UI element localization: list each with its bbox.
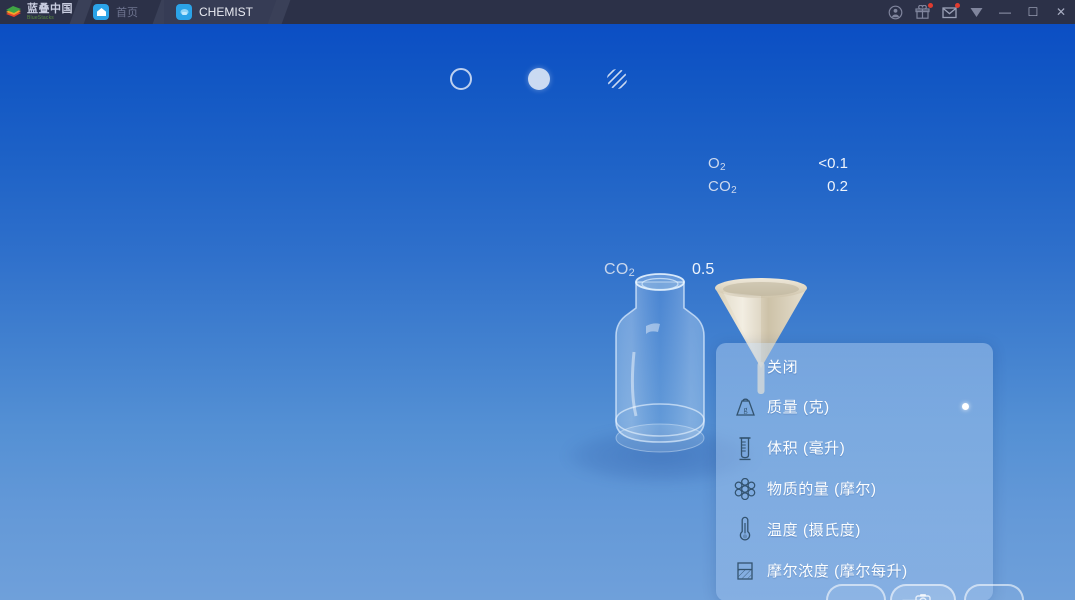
menu-item-close[interactable]: 关闭 xyxy=(716,346,993,386)
reagent-bottle[interactable] xyxy=(600,260,720,475)
brand-name-en: BlueStacks xyxy=(27,16,73,21)
svg-text:g: g xyxy=(743,405,747,414)
menu-label-mass: 质量 (克) xyxy=(767,396,830,417)
beaker-icon xyxy=(730,556,760,586)
state-toggle-gas[interactable] xyxy=(450,68,472,90)
window-titlebar: 蓝叠中国 BlueStacks 首页 CHEMIST xyxy=(0,0,1075,24)
close-button[interactable]: ✕ xyxy=(1047,0,1075,24)
mail-icon[interactable] xyxy=(941,4,958,21)
measurement-menu: 关闭 g 质量 (克) 体积 (毫升) xyxy=(716,343,993,600)
menu-label-moles: 物质的量 (摩尔) xyxy=(767,478,877,499)
tab-home[interactable]: 首页 xyxy=(81,0,164,24)
menu-item-moles[interactable]: 物质的量 (摩尔) xyxy=(716,468,993,509)
bottom-button-center[interactable] xyxy=(890,584,956,600)
bluestacks-brand: 蓝叠中国 BlueStacks xyxy=(0,0,81,24)
bottom-button-left[interactable] xyxy=(826,584,886,600)
mail-badge xyxy=(955,3,960,8)
state-toggle-solid[interactable] xyxy=(606,68,628,90)
gas-readout: O2 <0.1 CO2 0.2 xyxy=(708,154,848,200)
bottle-substance-label: CO2 xyxy=(604,261,635,279)
menu-label-molarity: 摩尔浓度 (摩尔每升) xyxy=(767,560,908,581)
cylinder-icon xyxy=(730,433,760,463)
tab-chemist-label: CHEMIST xyxy=(199,5,253,19)
gift-icon[interactable] xyxy=(914,4,931,21)
gas-row-co2: CO2 0.2 xyxy=(708,177,848,200)
gas-row-o2: O2 <0.1 xyxy=(708,154,848,177)
download-icon[interactable] xyxy=(968,4,985,21)
brand-name-cn: 蓝叠中国 xyxy=(27,4,73,15)
bluestacks-logo-icon xyxy=(5,5,22,20)
gas-label-o2: O2 xyxy=(708,154,800,177)
home-icon xyxy=(93,4,109,20)
gas-label-co2: CO2 xyxy=(708,177,800,200)
state-toggle-liquid[interactable] xyxy=(528,68,550,90)
tab-home-label: 首页 xyxy=(116,4,138,20)
gas-value-co2: 0.2 xyxy=(800,177,848,200)
thermometer-icon xyxy=(730,515,760,545)
tab-chemist[interactable]: CHEMIST xyxy=(164,0,279,24)
weight-icon: g xyxy=(730,392,760,422)
bottom-button-right[interactable] xyxy=(964,584,1024,600)
simulation-stage: O2 <0.1 CO2 0.2 xyxy=(0,24,1075,600)
maximize-button[interactable]: ☐ xyxy=(1019,0,1047,24)
window-controls: — ☐ ✕ xyxy=(991,0,1075,24)
menu-selected-dot xyxy=(962,403,969,410)
titlebar-tray xyxy=(887,0,991,24)
account-icon[interactable] xyxy=(887,4,904,21)
app-icon xyxy=(176,4,192,20)
gas-value-o2: <0.1 xyxy=(800,154,848,177)
menu-label-temperature: 温度 (摄氏度) xyxy=(767,519,861,540)
minimize-button[interactable]: — xyxy=(991,0,1019,24)
camera-icon xyxy=(915,593,931,600)
menu-item-volume[interactable]: 体积 (毫升) xyxy=(716,427,993,468)
menu-label-close: 关闭 xyxy=(767,356,798,377)
gift-badge xyxy=(928,3,933,8)
bottle-substance-value: 0.5 xyxy=(692,261,714,279)
menu-item-temperature[interactable]: 温度 (摄氏度) xyxy=(716,509,993,550)
titlebar-spacer xyxy=(279,0,887,24)
molecule-icon xyxy=(730,474,760,504)
menu-item-mass[interactable]: g 质量 (克) xyxy=(716,386,993,427)
menu-label-volume: 体积 (毫升) xyxy=(767,437,845,458)
state-toggle-row xyxy=(430,68,660,102)
